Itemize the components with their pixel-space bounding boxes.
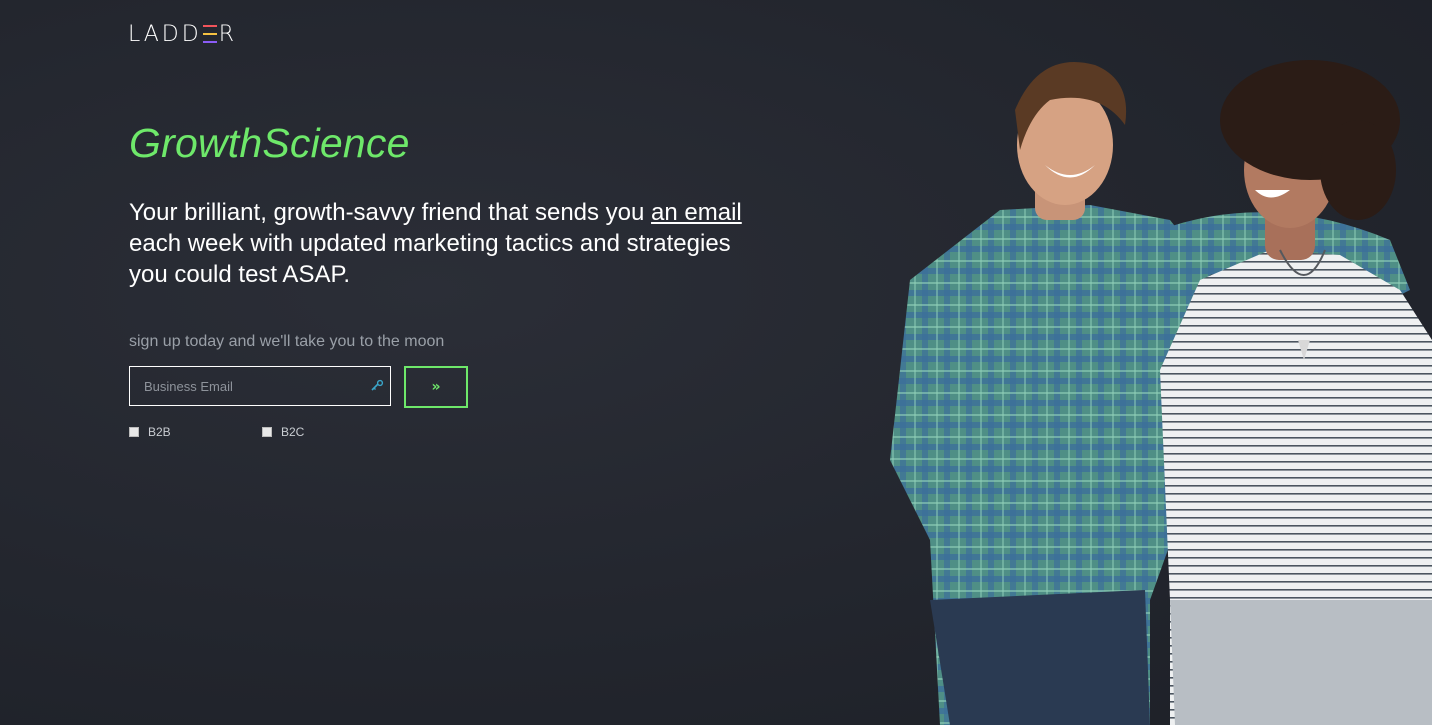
submit-button[interactable]: » (404, 366, 468, 408)
hero-photo (890, 60, 1432, 725)
b2c-checkbox[interactable] (262, 427, 272, 437)
b2c-option[interactable]: B2C (262, 425, 304, 439)
logo-text-start: LADD (128, 21, 202, 47)
password-manager-icon[interactable] (370, 379, 384, 393)
logo-text-end: R (218, 21, 237, 47)
b2b-option[interactable]: B2B (129, 425, 171, 439)
ladder-logo[interactable]: LADD R (128, 21, 237, 47)
email-field[interactable] (130, 367, 388, 405)
page-title: GrowthScience (129, 120, 410, 166)
b2c-label: B2C (281, 425, 305, 439)
tagline-text-start: Your brilliant, growth-savvy friend that… (129, 199, 652, 226)
tagline-text-end: each week with updated marketing tactics… (129, 230, 731, 288)
email-link[interactable]: an email (651, 199, 742, 226)
b2b-label: B2B (148, 425, 171, 439)
logo-e-mark (202, 24, 217, 44)
b2b-checkbox[interactable] (129, 427, 139, 437)
signup-prompt: sign up today and we'll take you to the … (129, 333, 445, 350)
hero-tagline: Your brilliant, growth-savvy friend that… (129, 197, 769, 290)
email-field-container (129, 366, 391, 406)
